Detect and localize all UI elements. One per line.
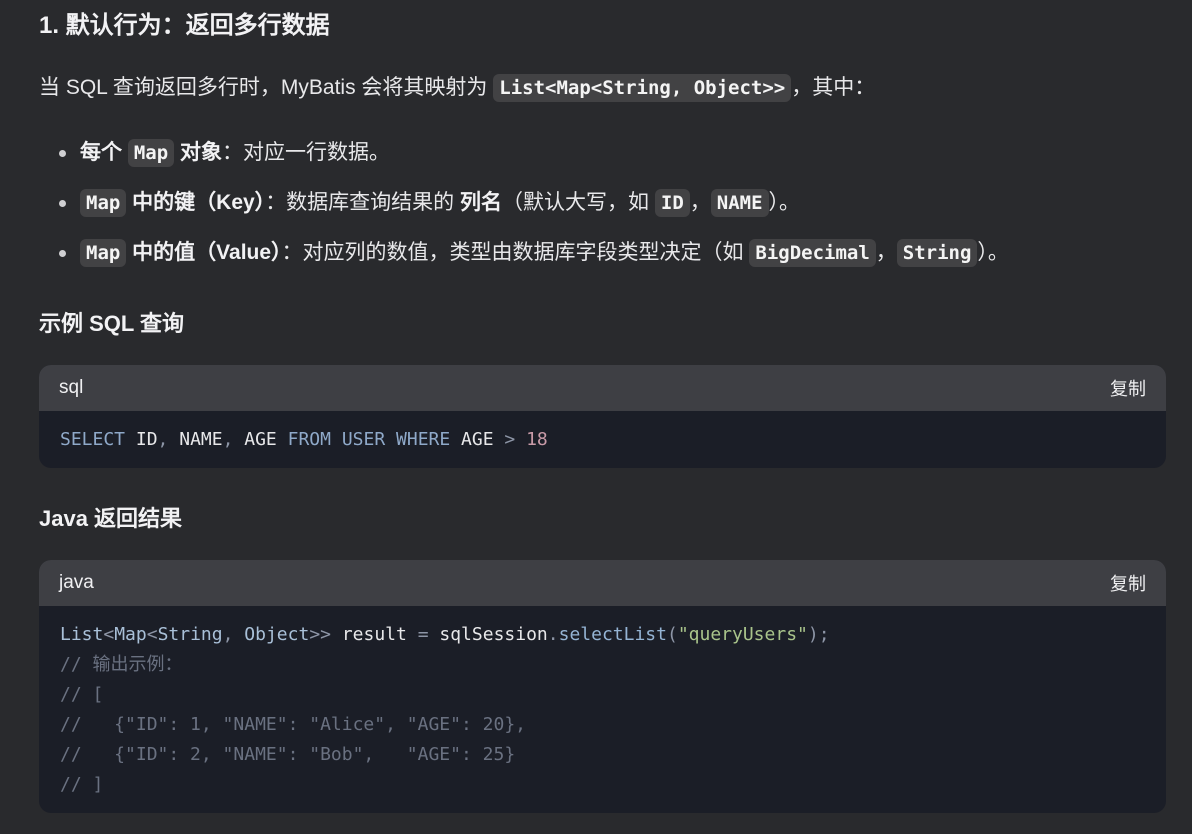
token: SELECT: [60, 429, 126, 450]
token: "queryUsers": [677, 624, 808, 645]
bullet-item-value: Map 中的值（Value）：对应列的数值，类型由数据库字段类型决定（如 Big…: [39, 238, 1009, 288]
token: <: [146, 624, 158, 645]
token: ,: [222, 624, 245, 645]
inline-code-map: Map: [80, 239, 127, 267]
token: String: [157, 624, 223, 645]
token: FROM: [287, 429, 331, 450]
token: 18: [526, 429, 548, 450]
bullet-bold: 每个: [80, 141, 128, 164]
bullet-item-key: Map 中的键（Key）：数据库查询结果的 列名（默认大写，如 ID， NAME）…: [39, 188, 1009, 238]
code-comment-line: // {"ID": 2, "NAME": "Bob", "AGE": 25}: [60, 744, 516, 765]
code-comment-line: // ]: [60, 774, 104, 795]
inline-code-name: NAME: [710, 189, 769, 217]
token: sqlSession: [428, 624, 548, 645]
inline-code-id: ID: [654, 189, 690, 217]
java-code-block: java 复制 List<Map<String, Object>> result…: [39, 560, 1166, 813]
bullet-bold: 中的键（Key）: [126, 191, 266, 214]
bullet-sep: ，: [875, 241, 897, 264]
inline-code-bigdecimal: BigDecimal: [749, 239, 876, 267]
sql-code-content: SELECT ID, NAME, AGE FROM USER WHERE AGE…: [39, 411, 1166, 468]
copy-button[interactable]: 复制: [1110, 570, 1146, 596]
bullet-dot-icon: [59, 200, 66, 207]
bullet-text: ：数据库查询结果的: [265, 191, 461, 214]
token: Object: [244, 624, 310, 645]
token: WHERE: [396, 429, 451, 450]
code-block-header: sql 复制: [39, 365, 1166, 411]
bullet-text: （默认大写，如: [502, 191, 655, 214]
bullet-bold: 中的值（Value）: [126, 241, 282, 264]
section-heading-default-behavior: 1. 默认行为：返回多行数据: [39, 12, 330, 39]
code-comment-line: // {"ID": 1, "NAME": "Alice", "AGE": 20}…: [60, 714, 526, 735]
bullet-bold: 对象: [174, 141, 223, 164]
intro-text-before: 当 SQL 查询返回多行时，MyBatis 会将其映射为: [39, 76, 494, 99]
token: ID: [125, 429, 158, 450]
bullet-item-row: 每个 Map 对象：对应一行数据。: [39, 138, 1009, 188]
section-heading-java-result: Java 返回结果: [39, 506, 183, 531]
inline-code-map: Map: [127, 139, 175, 167]
java-code-content: List<Map<String, Object>> result = sqlSe…: [39, 606, 1166, 813]
bullet-dot-icon: [59, 250, 66, 257]
token: (: [666, 624, 678, 645]
article: 1. 默认行为：返回多行数据 当 SQL 查询返回多行时，MyBatis 会将其…: [0, 0, 1192, 834]
mapping-bullet-list: 每个 Map 对象：对应一行数据。 Map 中的键（Key）：数据库查询结果的 …: [39, 138, 1009, 288]
intro-paragraph: 当 SQL 查询返回多行时，MyBatis 会将其映射为 List<Map<St…: [39, 73, 875, 103]
token: AGE: [450, 429, 505, 450]
token: <: [103, 624, 115, 645]
copy-button[interactable]: 复制: [1110, 375, 1146, 401]
inline-code-map: Map: [80, 189, 127, 217]
bullet-text: ：对应一行数据。: [222, 141, 391, 164]
bullet-text: ：对应列的数值，类型由数据库字段类型决定（如: [281, 241, 750, 264]
token: List: [60, 624, 104, 645]
token: AGE: [233, 429, 288, 450]
token: result: [331, 624, 418, 645]
code-block-header: java 复制: [39, 560, 1166, 606]
code-language-label: sql: [59, 377, 84, 398]
token: .: [547, 624, 559, 645]
bullet-dot-icon: [59, 150, 66, 157]
inline-code-list-map: List<Map<String, Object>>: [493, 74, 792, 102]
token: >: [504, 429, 516, 450]
section-heading-sql-example: 示例 SQL 查询: [39, 311, 185, 336]
token: );: [807, 624, 830, 645]
token: NAME: [168, 429, 223, 450]
sql-code-block: sql 复制 SELECT ID, NAME, AGE FROM USER WH…: [39, 365, 1166, 468]
token: selectList: [558, 624, 667, 645]
intro-text-after: ，其中：: [791, 76, 876, 99]
token: ,: [222, 429, 234, 450]
code-language-label: java: [59, 572, 94, 593]
token: =: [417, 624, 429, 645]
code-comment-line: // 输出示例：: [60, 654, 183, 675]
token: USER: [341, 429, 386, 450]
bullet-text: ）。: [768, 191, 801, 214]
token: >>: [309, 624, 331, 645]
inline-code-string: String: [896, 239, 978, 267]
bullet-text: ）。: [977, 241, 1009, 264]
token: Map: [114, 624, 147, 645]
code-comment-line: // [: [60, 684, 104, 705]
bullet-sep: ，: [689, 191, 711, 214]
bullet-bold: 列名: [460, 191, 503, 214]
token: ,: [157, 429, 169, 450]
